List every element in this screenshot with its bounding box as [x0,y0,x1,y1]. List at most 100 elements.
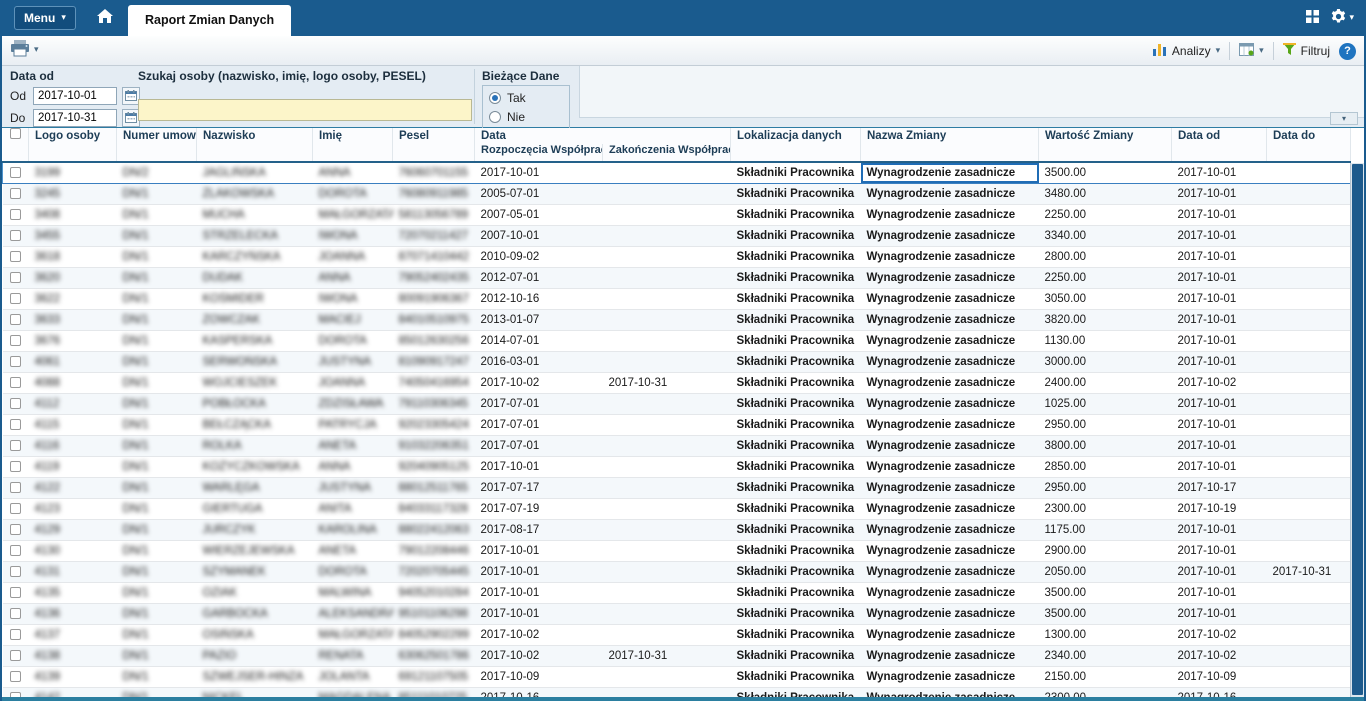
cell-logo[interactable]: 4139 [28,666,117,688]
row-checkbox[interactable] [9,398,21,410]
cell-do[interactable] [1266,309,1351,331]
cell-nazwisko[interactable]: JAGLIŃSKA [196,161,313,184]
cell-logo[interactable]: 4112 [28,393,117,415]
cell-nazwa[interactable]: Wynagrodzenie zasadnicze [860,288,1039,310]
cell-pesel[interactable]: 74050416954 [392,372,475,394]
cell-zak[interactable] [602,561,731,583]
cell-wartosc[interactable]: 1025.00 [1038,393,1172,415]
row-checkbox[interactable] [9,524,21,536]
cell-imie[interactable]: MALWINA [312,582,393,604]
cell-imie[interactable]: JOLANTA [312,666,393,688]
cell-numer[interactable]: DN/1 [116,372,197,394]
cell-pesel[interactable]: 95101106298 [392,603,475,625]
column-header-pesel[interactable]: Pesel [392,128,475,163]
cell-od[interactable]: 2017-10-01 [1171,561,1267,583]
cell-do[interactable] [1266,645,1351,667]
filtruj-button[interactable]: Filtruj [1282,43,1330,59]
cell-imie[interactable]: DOROTA [312,330,393,352]
cell-zak[interactable] [602,309,731,331]
cell-zak[interactable] [602,225,731,247]
cell-rozp[interactable]: 2017-10-01 [474,456,603,478]
cell-rozp[interactable]: 2017-10-01 [474,582,603,604]
cell-imie[interactable]: JOANNA [312,372,393,394]
cell-od[interactable]: 2017-10-01 [1171,288,1267,310]
tab-raport-zmian-danych[interactable]: Raport Zmian Danych [128,5,292,36]
cell-numer[interactable]: DN/1 [116,204,197,226]
cell-nazwisko[interactable]: KARCZYŃSKA [196,246,313,268]
cell-lok[interactable]: Składniki Pracownika [730,624,861,646]
cell-logo[interactable]: 4061 [28,351,117,373]
cell-imie[interactable]: ANITA [312,498,393,520]
cell-od[interactable]: 2017-10-01 [1171,161,1267,184]
cell-numer[interactable]: DN/1 [116,561,197,583]
cell-numer[interactable]: DN/1 [116,435,197,457]
cell-logo[interactable]: 4129 [28,519,117,541]
cell-imie[interactable]: ANETA [312,540,393,562]
search-input[interactable] [138,99,472,121]
help-button[interactable]: ? [1339,42,1356,60]
cell-numer[interactable]: DN/1 [116,519,197,541]
cell-pesel[interactable]: 92040905125 [392,456,475,478]
column-header-imie[interactable]: Imię [312,128,393,163]
cell-lok[interactable]: Składniki Pracownika [730,161,861,184]
cell-rozp[interactable]: 2013-01-07 [474,309,603,331]
cell-rozp[interactable]: 2017-07-01 [474,414,603,436]
cell-nazwa[interactable]: Wynagrodzenie zasadnicze [860,246,1039,268]
cell-zak[interactable] [602,246,731,268]
cell-do[interactable] [1266,225,1351,247]
date-to-input[interactable] [33,109,117,127]
print-button[interactable] [10,40,30,60]
select-all-checkbox[interactable] [9,128,21,140]
cell-numer[interactable]: DN/1 [116,309,197,331]
cell-zak[interactable] [602,540,731,562]
table-row[interactable]: 4122 DN/1 WARLĘGA JUSTYNA 88012511765 2017-07… [2,477,1351,499]
cell-numer[interactable]: DN/1 [116,645,197,667]
cell-nazwa[interactable]: Wynagrodzenie zasadnicze [860,267,1039,289]
cell-rozp[interactable]: 2017-10-01 [474,540,603,562]
cell-lok[interactable]: Składniki Pracownika [730,393,861,415]
cell-od[interactable]: 2017-10-01 [1171,519,1267,541]
cell-wartosc[interactable]: 3500.00 [1038,582,1172,604]
cell-od[interactable]: 2017-10-02 [1171,372,1267,394]
cell-numer[interactable]: DN/1 [116,225,197,247]
cell-pesel[interactable]: 58113056789 [392,204,475,226]
cell-od[interactable]: 2017-10-01 [1171,540,1267,562]
cell-numer[interactable]: DN/1 [116,267,197,289]
row-checkbox[interactable] [9,503,21,515]
cell-logo[interactable]: 3199 [28,161,117,184]
cell-logo[interactable]: 3618 [28,246,117,268]
cell-rozp[interactable]: 2017-10-02 [474,624,603,646]
cell-wartosc[interactable]: 3340.00 [1038,225,1172,247]
cell-zak[interactable] [602,435,731,457]
cell-lok[interactable]: Składniki Pracownika [730,225,861,247]
cell-nazwa[interactable]: Wynagrodzenie zasadnicze [860,456,1039,478]
cell-logo[interactable]: 4088 [28,372,117,394]
table-row[interactable]: 4116 DN/1 ROLKA ANETA 91032206351 2017-07-01 S… [2,435,1351,457]
row-checkbox[interactable] [9,251,21,263]
cell-logo[interactable]: 4116 [28,435,117,457]
cell-rozp[interactable]: 2017-08-17 [474,519,603,541]
row-checkbox[interactable] [9,377,21,389]
cell-numer[interactable]: DN/1 [116,288,197,310]
row-checkbox[interactable] [9,272,21,284]
cell-rozp[interactable]: 2014-07-01 [474,330,603,352]
cell-wartosc[interactable]: 3480.00 [1038,183,1172,205]
cell-zak[interactable] [602,183,731,205]
cell-wartosc[interactable]: 1300.00 [1038,624,1172,646]
row-checkbox[interactable] [9,482,21,494]
cell-logo[interactable]: 4135 [28,582,117,604]
table-row[interactable]: 4061 DN/1 SERWOŃSKA JUSTYNA 81090917247 2016-… [2,351,1351,373]
table-row[interactable]: 3245 DN/1 ŻLAKOWSKA DOROTA 76080911985 2005-0… [2,183,1351,205]
cell-numer[interactable]: DN/1 [116,393,197,415]
cell-lok[interactable]: Składniki Pracownika [730,435,861,457]
cell-nazwa[interactable]: Wynagrodzenie zasadnicze [860,666,1039,688]
cell-nazwa[interactable]: Wynagrodzenie zasadnicze [860,330,1039,352]
cell-pesel[interactable]: 84010510975 [392,309,475,331]
row-checkbox[interactable] [9,335,21,347]
row-checkbox[interactable] [9,587,21,599]
cell-pesel[interactable]: 72070211427 [392,225,475,247]
column-header-data-od[interactable]: Data od [1171,128,1267,163]
cell-lok[interactable]: Składniki Pracownika [730,540,861,562]
row-checkbox[interactable] [9,314,21,326]
cell-lok[interactable]: Składniki Pracownika [730,183,861,205]
